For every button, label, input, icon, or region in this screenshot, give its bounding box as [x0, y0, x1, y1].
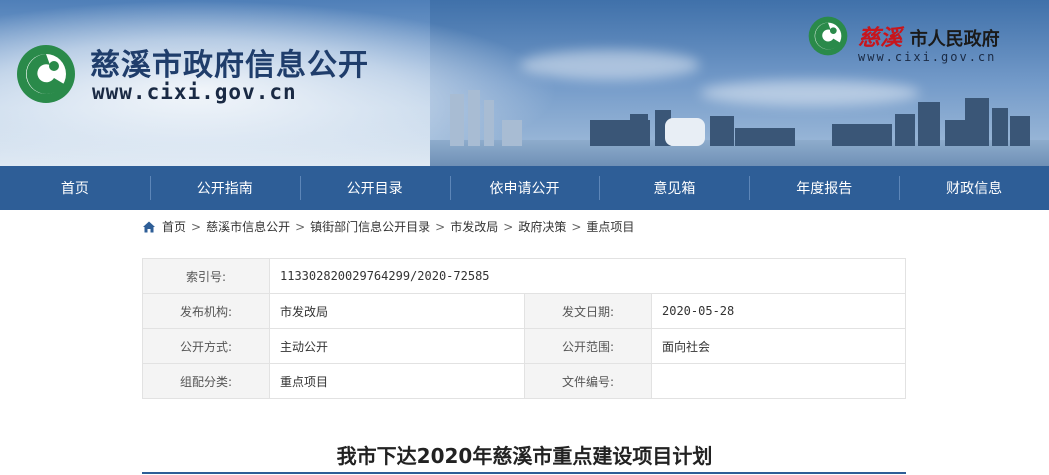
- breadcrumb-separator: >: [295, 219, 306, 234]
- date-value: 2020-05-28: [651, 293, 906, 329]
- site-url: www.cixi.gov.cn: [92, 80, 297, 104]
- breadcrumb-key-projects[interactable]: 重点项目: [586, 218, 634, 235]
- cixi-logo-icon: [808, 16, 848, 56]
- nav-item-feedback[interactable]: 意见箱: [599, 166, 749, 210]
- index-value: 113302820029764299/2020-72585: [269, 258, 906, 294]
- cixi-logo-icon: [17, 45, 75, 103]
- nav-item-request[interactable]: 依申请公开: [449, 166, 600, 210]
- nav-item-home[interactable]: 首页: [0, 166, 150, 210]
- scope-label: 公开范围:: [524, 328, 652, 364]
- breadcrumb-home[interactable]: 首页: [162, 218, 186, 235]
- city-url: www.cixi.gov.cn: [858, 50, 997, 64]
- table-row: 发布机构: 市发改局 发文日期: 2020-05-28: [142, 293, 906, 329]
- breadcrumb-separator: >: [435, 219, 446, 234]
- city-gov-label: 市人民政府: [909, 29, 1000, 50]
- table-row: 组配分类: 重点项目 文件编号:: [142, 363, 906, 399]
- cloud: [520, 50, 700, 80]
- article-title: 我市下达2020年慈溪市重点建设项目计划: [336, 444, 713, 468]
- title-divider: [142, 472, 906, 474]
- city-calligraphy: 慈溪: [858, 25, 903, 51]
- category-label: 组配分类:: [142, 363, 270, 399]
- city-skyline-image: [450, 90, 1030, 146]
- document-metadata-table: 索引号: 113302820029764299/2020-72585 发布机构:…: [142, 258, 906, 399]
- nav-item-finance[interactable]: 财政信息: [899, 166, 1049, 210]
- docno-value: [651, 363, 906, 399]
- table-row: 公开方式: 主动公开 公开范围: 面向社会: [142, 328, 906, 364]
- site-title: 慈溪市政府信息公开: [90, 48, 369, 83]
- table-row: 索引号: 113302820029764299/2020-72585: [142, 258, 906, 294]
- main-nav: 首页 公开指南 公开目录 依申请公开 意见箱 年度报告 财政信息: [0, 166, 1049, 210]
- date-label: 发文日期:: [524, 293, 652, 329]
- breadcrumb-gov-decision[interactable]: 政府决策: [518, 218, 566, 235]
- nav-item-guide[interactable]: 公开指南: [149, 166, 300, 210]
- nav-item-annual-report[interactable]: 年度报告: [749, 166, 899, 210]
- scope-value: 面向社会: [651, 328, 906, 364]
- breadcrumb-dev-reform[interactable]: 市发改局: [450, 218, 498, 235]
- header-banner: 慈溪市政府信息公开 www.cixi.gov.cn 慈溪 市人民政府 www.c…: [0, 0, 1049, 166]
- org-value: 市发改局: [269, 293, 525, 329]
- category-value: 重点项目: [269, 363, 525, 399]
- breadcrumb: 首页 > 慈溪市信息公开 > 镇街部门信息公开目录 > 市发改局 > 政府决策 …: [142, 218, 634, 235]
- breadcrumb-dept-catalog[interactable]: 镇街部门信息公开目录: [310, 218, 430, 235]
- home-icon: [143, 221, 155, 232]
- city-government-name: 慈溪 市人民政府: [858, 20, 1000, 52]
- breadcrumb-info-public[interactable]: 慈溪市信息公开: [206, 218, 290, 235]
- method-label: 公开方式:: [142, 328, 270, 364]
- breadcrumb-separator: >: [571, 219, 582, 234]
- nav-item-catalog[interactable]: 公开目录: [299, 166, 450, 210]
- org-label: 发布机构:: [142, 293, 270, 329]
- breadcrumb-separator: >: [191, 219, 202, 234]
- breadcrumb-separator: >: [503, 219, 514, 234]
- index-label: 索引号:: [142, 258, 270, 294]
- method-value: 主动公开: [269, 328, 525, 364]
- docno-label: 文件编号:: [524, 363, 652, 399]
